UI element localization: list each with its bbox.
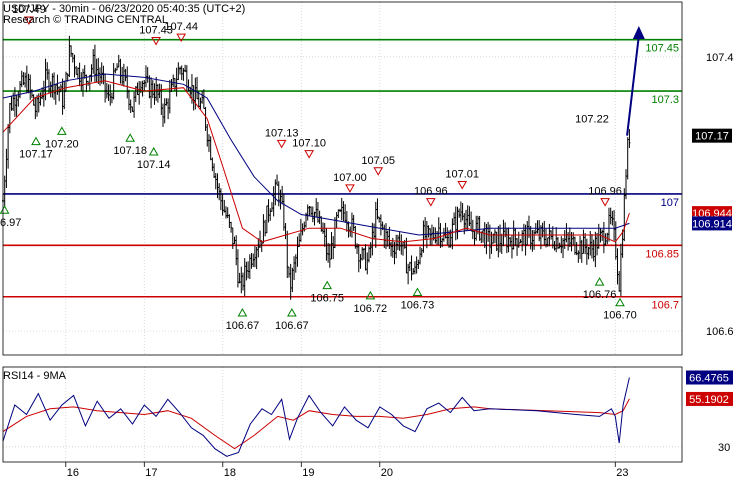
marker-label: 107.17 — [19, 149, 53, 161]
rsi-value-label: 55.1902 — [689, 394, 729, 406]
marker-label: 106.67 — [275, 320, 309, 332]
level-label: 107.3 — [651, 94, 679, 106]
marker-label: 107.20 — [45, 138, 79, 150]
y-tick-label: 106.6 — [706, 326, 734, 338]
x-tick-label: 23 — [616, 467, 628, 479]
price-box-label: 107.17 — [695, 131, 729, 143]
x-tick-label: 20 — [381, 467, 393, 479]
chart-window: 107.45107.3107106.85106.7 107.22 106.971… — [0, 0, 735, 480]
y-tick-label: 107.4 — [706, 52, 734, 64]
marker-label: 106.96 — [414, 186, 448, 198]
marker-label: 106.75 — [310, 293, 344, 305]
rsi-title: RSI14 - 9MA — [3, 370, 67, 382]
marker-label: 106.73 — [401, 299, 435, 311]
marker-label: 107.01 — [445, 168, 479, 180]
level-label: 106.7 — [651, 300, 679, 312]
rsi-tick-label: 30 — [718, 442, 730, 454]
level-label: 107.45 — [645, 43, 679, 55]
marker-label: 106.67 — [226, 320, 260, 332]
marker-label: 107.14 — [137, 159, 171, 171]
marker-label: 107.05 — [361, 155, 395, 167]
marker-label: 107.44 — [164, 21, 198, 33]
marker-label: 106.72 — [354, 303, 388, 315]
chart-subtitle: Research © TRADING CENTRAL — [3, 14, 168, 26]
x-tick-label: 18 — [224, 467, 236, 479]
marker-label: 107.18 — [113, 145, 147, 157]
marker-label: 107.10 — [292, 138, 326, 150]
marker-label: 106.70 — [603, 310, 637, 322]
x-tick-label: 17 — [145, 467, 157, 479]
x-tick-label: 16 — [67, 467, 79, 479]
marker-label: 106.96 — [588, 186, 622, 198]
marker-label: 107.00 — [333, 172, 367, 184]
chart-svg: 107.45107.3107106.85106.7 107.22 106.971… — [0, 0, 735, 480]
price-box-label: 106.914 — [692, 218, 732, 230]
level-label: 106.85 — [645, 248, 679, 260]
marker-label: 106.76 — [583, 289, 617, 301]
x-tick-label: 19 — [302, 467, 314, 479]
level-label: 107 — [661, 197, 679, 209]
rsi-value-label: 66.4765 — [689, 372, 729, 384]
target-label: 107.22 — [575, 114, 609, 126]
